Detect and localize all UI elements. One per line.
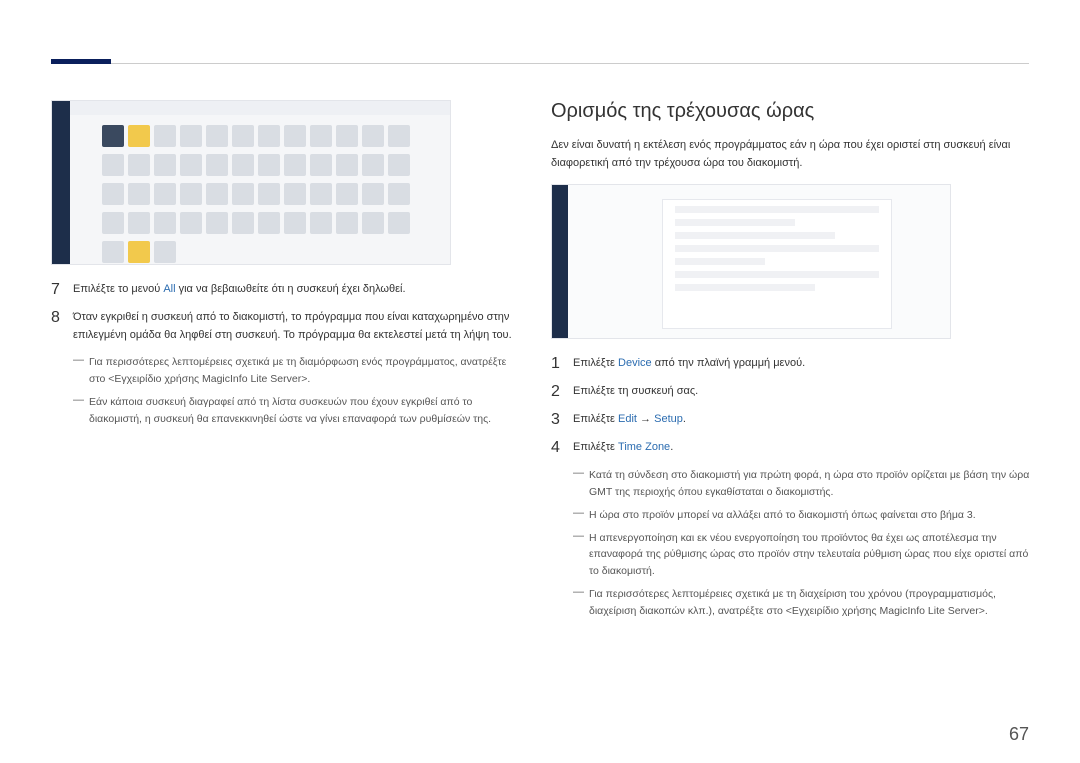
step-number: 8 [51, 309, 73, 327]
note-item: ― Εάν κάποια συσκευή διαγραφεί από τη λί… [51, 394, 521, 428]
step-text: Επιλέξτε το μενού All για να βεβαιωθείτε… [73, 281, 406, 299]
link-all: All [163, 283, 175, 295]
step-2: 2 Επιλέξτε τη συσκευή σας. [551, 383, 1031, 401]
step-text: Επιλέξτε τη συσκευή σας. [573, 383, 698, 401]
dash-icon: ― [573, 467, 589, 479]
dash-icon: ― [73, 394, 89, 406]
note-item: ― Για περισσότερες λεπτομέρειες σχετικά … [51, 354, 521, 388]
note-item: ― Για περισσότερες λεπτομέρειες σχετικά … [551, 586, 1031, 620]
header-rule [51, 63, 1029, 64]
step-7: 7 Επιλέξτε το μενού All για να βεβαιωθεί… [51, 281, 521, 299]
step-number: 1 [551, 355, 573, 373]
note-item: ― Κατά τη σύνδεση στο διακομιστή για πρώ… [551, 467, 1031, 501]
link-edit: Edit [618, 413, 637, 425]
note-item: ― Η απενεργοποίηση και εκ νέου ενεργοποί… [551, 530, 1031, 580]
link-setup: Setup [654, 413, 683, 425]
dash-icon: ― [573, 586, 589, 598]
screenshot-setup [551, 184, 951, 339]
step-text: Επιλέξτε Device από την πλαϊνή γραμμή με… [573, 355, 805, 373]
note-text: Κατά τη σύνδεση στο διακομιστή για πρώτη… [589, 467, 1031, 501]
dash-icon: ― [573, 530, 589, 542]
dash-icon: ― [573, 507, 589, 519]
step-number: 2 [551, 383, 573, 401]
step-number: 4 [551, 439, 573, 457]
note-item: ― Η ώρα στο προϊόν μπορεί να αλλάξει από… [551, 507, 1031, 524]
step-number: 3 [551, 411, 573, 429]
section-title: Ορισμός της τρέχουσας ώρας [551, 100, 1031, 123]
step-8: 8 Όταν εγκριθεί η συσκευή από το διακομι… [51, 309, 521, 344]
step-3: 3 Επιλέξτε Edit → Setup. [551, 411, 1031, 429]
note-text: Η απενεργοποίηση και εκ νέου ενεργοποίησ… [589, 530, 1031, 580]
link-timezone: Time Zone [618, 441, 670, 453]
dash-icon: ― [73, 354, 89, 366]
note-text: Η ώρα στο προϊόν μπορεί να αλλάξει από τ… [589, 507, 976, 524]
screenshot-device-grid [51, 100, 451, 265]
intro-text: Δεν είναι δυνατή η εκτέλεση ενός προγράμ… [551, 137, 1031, 172]
step-text: Επιλέξτε Time Zone. [573, 439, 673, 457]
left-column: 7 Επιλέξτε το μενού All για να βεβαιωθεί… [51, 100, 521, 433]
note-text: Εάν κάποια συσκευή διαγραφεί από τη λίστ… [89, 394, 521, 428]
link-device: Device [618, 357, 652, 369]
note-text: Για περισσότερες λεπτομέρειες σχετικά με… [589, 586, 1031, 620]
right-column: Ορισμός της τρέχουσας ώρας Δεν είναι δυν… [551, 100, 1031, 626]
step-1: 1 Επιλέξτε Device από την πλαϊνή γραμμή … [551, 355, 1031, 373]
page-number: 67 [1009, 724, 1029, 745]
step-text: Όταν εγκριθεί η συσκευή από το διακομιστ… [73, 309, 521, 344]
step-4: 4 Επιλέξτε Time Zone. [551, 439, 1031, 457]
step-text: Επιλέξτε Edit → Setup. [573, 411, 686, 429]
note-text: Για περισσότερες λεπτομέρειες σχετικά με… [89, 354, 521, 388]
step-number: 7 [51, 281, 73, 299]
header-accent [51, 59, 111, 64]
